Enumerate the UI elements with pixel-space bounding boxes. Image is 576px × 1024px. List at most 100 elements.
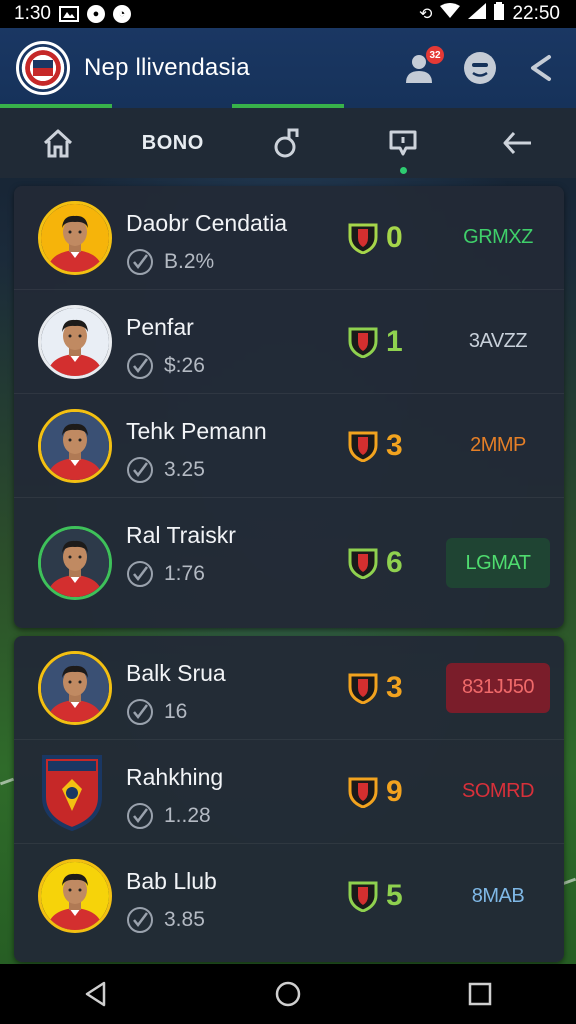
team-shield — [348, 326, 378, 359]
share-icon — [531, 55, 551, 81]
team-shield — [348, 776, 378, 809]
player-meta: 1..28 — [126, 802, 211, 830]
player-value: $:26 — [164, 354, 205, 377]
player-code-badge[interactable]: LGMAT — [446, 538, 550, 588]
player-row[interactable]: Penfar $:26 1 3AVZZ — [14, 290, 564, 394]
app-bar: Nep llivendasia 32 — [0, 28, 576, 108]
team-shield — [348, 430, 378, 463]
player-avatar[interactable] — [38, 650, 112, 725]
verified-icon — [127, 907, 153, 933]
verified-icon — [127, 457, 153, 483]
team-shield-icon — [348, 548, 378, 580]
club-crest-icon — [42, 754, 102, 831]
player-row[interactable]: Bab Llub 3.85 5 8MAB — [14, 844, 564, 948]
verified-icon — [127, 803, 153, 829]
player-avatar[interactable] — [38, 526, 112, 600]
tab-chat[interactable] — [346, 108, 461, 178]
smiley-icon — [464, 52, 496, 84]
recents-button[interactable] — [460, 974, 500, 1014]
team-shield — [348, 672, 378, 705]
player-photo — [41, 529, 109, 597]
player-code-badge[interactable]: 8MAB — [446, 871, 550, 921]
battery-icon — [494, 2, 505, 26]
profile-button[interactable]: 32 — [400, 46, 444, 88]
home-circle-icon — [275, 981, 301, 1007]
team-shield-icon — [348, 673, 378, 705]
player-score: 0 — [386, 220, 403, 254]
player-meta: 16 — [126, 698, 187, 726]
player-meta: B.2% — [126, 248, 214, 276]
reply-icon — [503, 131, 532, 155]
player-name: Tehk Pemann — [126, 418, 267, 444]
home-icon — [43, 129, 72, 158]
status-clock: 22:50 — [512, 3, 560, 24]
tab-bar: BONO — [0, 108, 576, 178]
player-avatar[interactable] — [38, 304, 112, 379]
team-shield — [348, 547, 378, 580]
player-value: 16 — [164, 700, 188, 723]
tab-reply[interactable] — [461, 108, 576, 178]
player-score: 6 — [386, 546, 403, 579]
tab-whistle[interactable] — [230, 108, 345, 178]
player-code-badge[interactable]: 831JJ50 — [446, 662, 550, 713]
notification-badge: 32 — [426, 46, 444, 64]
field-line — [0, 777, 15, 786]
clock-icon: ◔ — [112, 5, 131, 23]
player-row[interactable]: Tehk Pemann 3.25 3 2MMP — [14, 394, 564, 498]
app-title: Nep llivendasia — [84, 54, 250, 81]
player-code-badge[interactable]: 2MMP — [446, 421, 550, 471]
team-shield-icon — [348, 223, 378, 255]
signal-icon — [468, 3, 487, 25]
player-name: Ral Traiskr — [126, 522, 236, 548]
back-button[interactable] — [76, 974, 116, 1014]
field-line — [561, 877, 576, 886]
player-avatar[interactable] — [38, 859, 112, 933]
club-logo[interactable] — [16, 41, 70, 95]
tab-bono[interactable]: BONO — [115, 108, 230, 178]
player-name: Daobr Cendatia — [126, 210, 288, 236]
share-button[interactable] — [520, 48, 560, 88]
player-list-card: Balk Srua 16 3 831JJ50 Rahkhing 1..28 9 SOMRD Ba… — [14, 636, 564, 962]
player-score: 5 — [386, 879, 403, 912]
player-list-card: Daobr Cendatia B.2% 0 GRMXZ Penfar $:26 1 3AVZZ… — [14, 186, 564, 628]
player-avatar[interactable] — [38, 408, 112, 483]
player-row[interactable]: Balk Srua 16 3 831JJ50 — [14, 636, 564, 740]
home-button[interactable] — [268, 974, 308, 1014]
player-code-badge[interactable]: SOMRD — [446, 767, 550, 817]
whistle-icon — [274, 128, 299, 158]
player-score: 9 — [386, 774, 403, 808]
player-meta: 3.85 — [126, 906, 205, 934]
player-score: 1 — [386, 324, 403, 358]
team-shield-icon — [348, 327, 378, 359]
tab-home[interactable] — [0, 108, 115, 178]
player-row[interactable]: Ral Traiskr 1:76 6 LGMAT — [14, 498, 564, 628]
team-shield-icon — [348, 431, 378, 463]
player-value: 1..28 — [164, 804, 211, 827]
player-avatar[interactable] — [38, 200, 112, 275]
system-nav-bar — [0, 964, 576, 1024]
verified-icon — [127, 699, 153, 725]
player-score: 3 — [386, 428, 403, 462]
rotate-icon: ⟲ — [419, 6, 433, 23]
player-value: B.2% — [164, 250, 215, 273]
player-name: Penfar — [126, 314, 194, 340]
player-name: Bab Llub — [126, 868, 217, 894]
player-row[interactable]: Rahkhing 1..28 9 SOMRD — [14, 740, 564, 844]
gallery-icon — [58, 5, 79, 23]
player-code-badge[interactable]: GRMXZ — [446, 213, 550, 263]
player-value: 1:76 — [164, 562, 205, 585]
player-row[interactable]: Daobr Cendatia B.2% 0 GRMXZ — [14, 186, 564, 290]
tab-bono-label: BONO — [141, 131, 204, 154]
player-code-badge[interactable]: 3AVZZ — [446, 317, 550, 367]
chat-icon — [389, 130, 417, 156]
active-tab-indicator — [399, 167, 407, 174]
verified-icon — [127, 353, 153, 379]
player-value: 3.25 — [164, 458, 205, 481]
player-photo — [41, 653, 109, 722]
emoji-button[interactable] — [460, 48, 500, 88]
player-photo — [41, 411, 109, 480]
player-photo — [41, 862, 109, 930]
club-crest[interactable] — [38, 753, 112, 831]
player-meta: 1:76 — [126, 560, 205, 588]
verified-icon — [127, 249, 153, 275]
